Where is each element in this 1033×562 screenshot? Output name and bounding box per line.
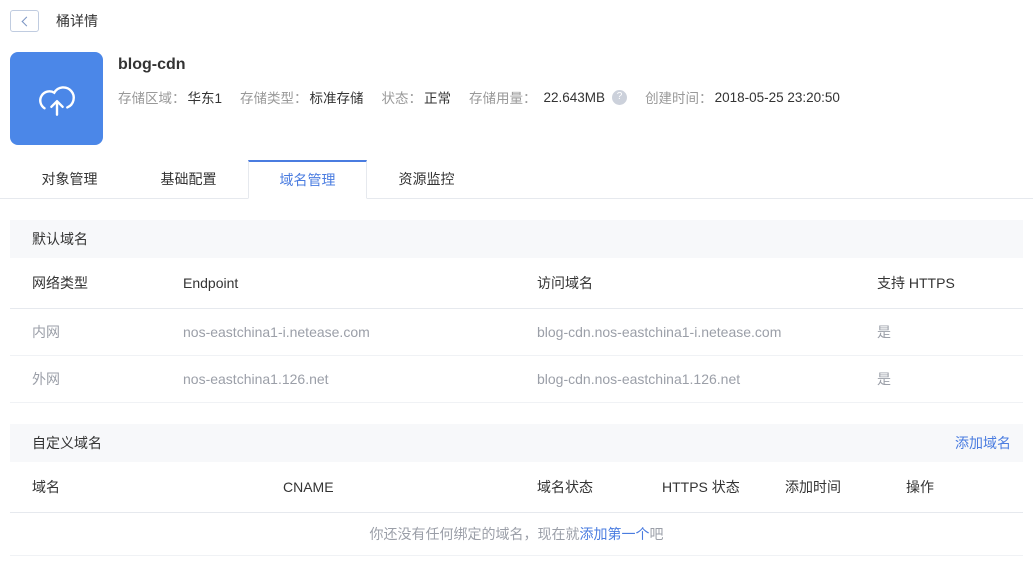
bucket-name: blog-cdn xyxy=(118,56,186,73)
tab-panel-domain-management: 默认域名 网络类型 Endpoint 访问域名 支持 HTTPS 内网 nos-… xyxy=(10,220,1023,556)
page-title: 桶详情 xyxy=(56,13,98,29)
column-header: 添加时间 xyxy=(785,479,841,495)
back-button[interactable] xyxy=(10,10,39,32)
column-header: 访问域名 xyxy=(537,275,593,291)
table-row-intranet: 内网 nos-eastchina1-i.netease.com blog-cdn… xyxy=(10,309,1023,356)
default-domain-section-title: 默认域名 xyxy=(32,231,88,247)
bucket-info: blog-cdn 存储区域： 华东1 存储类型： 标准存储 状态： 正常 存储用… xyxy=(118,52,858,145)
custom-domain-section-header: 自定义域名 添加域名 xyxy=(10,424,1023,462)
column-header: 域名状态 xyxy=(537,479,593,495)
add-domain-link[interactable]: 添加域名 xyxy=(955,433,1011,453)
tab-domain-management[interactable]: 域名管理 xyxy=(248,160,367,199)
custom-domain-section-title: 自定义域名 xyxy=(32,435,102,451)
https-supported: 是 xyxy=(877,324,891,340)
meta-status: 状态： 正常 xyxy=(381,91,452,106)
endpoint: nos-eastchina1.126.net xyxy=(183,371,329,387)
meta-usage: 存储用量： 22.643MB ? xyxy=(469,87,628,107)
column-header: 网络类型 xyxy=(32,275,88,291)
network-type: 内网 xyxy=(32,324,60,340)
https-supported: 是 xyxy=(877,371,891,387)
bucket-header: blog-cdn 存储区域： 华东1 存储类型： 标准存储 状态： 正常 存储用… xyxy=(10,52,1033,145)
column-header: Endpoint xyxy=(183,275,239,291)
custom-domain-table-header: 域名 CNAME 域名状态 HTTPS 状态 添加时间 操作 xyxy=(10,462,1023,513)
default-domain-table-header: 网络类型 Endpoint 访问域名 支持 HTTPS xyxy=(10,258,1023,309)
help-icon[interactable]: ? xyxy=(612,89,628,105)
chevron-left-icon xyxy=(21,16,31,26)
tab-bar: 对象管理 基础配置 域名管理 资源监控 xyxy=(0,159,1033,199)
add-first-domain-link[interactable]: 添加第一个 xyxy=(580,524,650,544)
access-domain: blog-cdn.nos-eastchina1.126.net xyxy=(537,371,741,387)
meta-storage-type: 存储类型： 标准存储 xyxy=(240,91,364,106)
cloud-upload-icon xyxy=(38,85,75,116)
tab-basic-config[interactable]: 基础配置 xyxy=(129,160,248,199)
meta-created: 创建时间： 2018-05-25 23:20:50 xyxy=(645,89,840,107)
tab-resource-monitoring[interactable]: 资源监控 xyxy=(367,160,486,199)
column-header: HTTPS 状态 xyxy=(662,479,740,495)
access-domain: blog-cdn.nos-eastchina1-i.netease.com xyxy=(537,324,782,340)
empty-state-text: 吧 xyxy=(649,526,664,542)
column-header: CNAME xyxy=(283,479,334,495)
tab-object-management[interactable]: 对象管理 xyxy=(10,160,129,199)
endpoint: nos-eastchina1-i.netease.com xyxy=(183,324,370,340)
column-header: 支持 HTTPS xyxy=(877,275,955,291)
network-type: 外网 xyxy=(32,371,60,387)
topbar: 桶详情 xyxy=(0,0,1033,32)
bucket-meta: 存储区域： 华东1 存储类型： 标准存储 状态： 正常 存储用量： 22.643… xyxy=(118,87,858,107)
table-row-internet: 外网 nos-eastchina1.126.net blog-cdn.nos-e… xyxy=(10,356,1023,403)
custom-domain-empty-state: 你还没有任何绑定的域名，现在就 添加第一个吧 xyxy=(10,513,1023,556)
column-header: 域名 xyxy=(32,479,60,495)
empty-state-text: 你还没有任何绑定的域名，现在就 xyxy=(369,526,580,542)
meta-region: 存储区域： 华东1 xyxy=(118,91,223,106)
default-domain-section-header: 默认域名 xyxy=(10,220,1023,258)
bucket-icon xyxy=(10,52,103,145)
column-header: 操作 xyxy=(906,479,934,495)
